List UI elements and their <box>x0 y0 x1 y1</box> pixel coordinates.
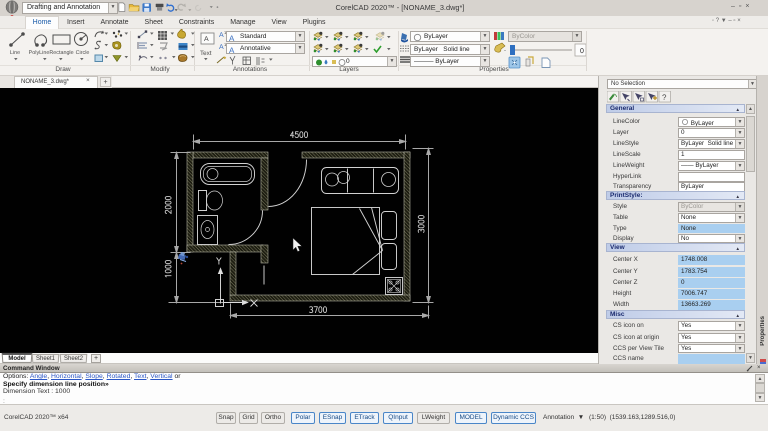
svg-text:A: A <box>229 34 235 42</box>
svg-text:0: 0 <box>580 48 584 55</box>
svg-text:Line: Line <box>10 50 20 56</box>
svg-text:A: A <box>229 46 235 54</box>
svg-text:PolyLine: PolyLine <box>29 50 50 56</box>
svg-text:Rectangle: Rectangle <box>49 50 73 56</box>
svg-text:Circle: Circle <box>76 50 90 56</box>
svg-text:-: - <box>504 48 506 54</box>
svg-text:?: ? <box>662 93 667 102</box>
svg-text:A: A <box>204 36 209 43</box>
svg-text:Text: Text <box>200 50 212 57</box>
